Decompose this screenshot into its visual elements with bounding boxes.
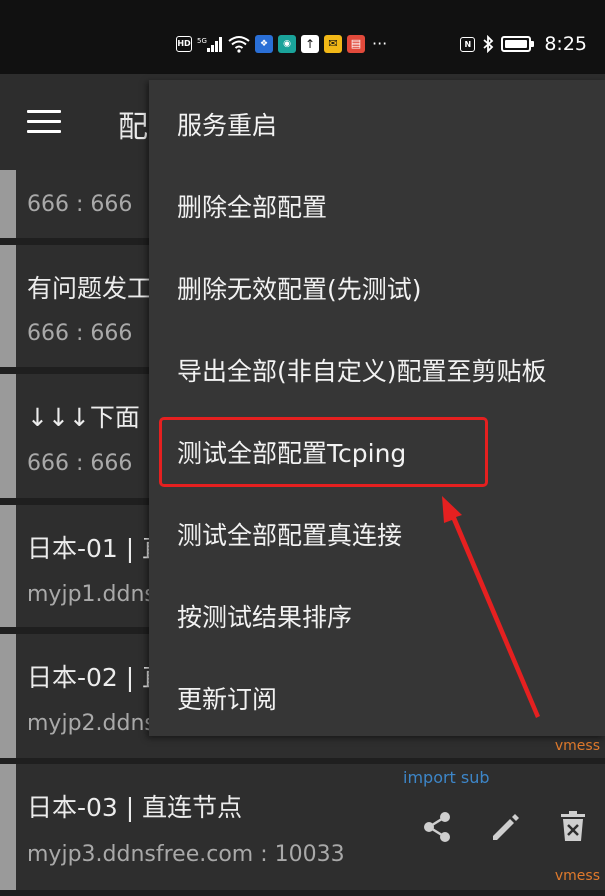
highlight-box [159, 417, 488, 487]
menu-item-export-all-to-clipboard[interactable]: 导出全部(非自定义)配置至剪贴板 [177, 352, 547, 388]
config-type-label: vmess [554, 868, 600, 884]
5g-signal-icon: 5G [197, 36, 222, 52]
config-address: 666 : 666 [27, 451, 133, 476]
selection-bar [0, 374, 16, 498]
menu-item-restart-service[interactable]: 服务重启 [177, 106, 277, 142]
config-address: myjp3.ddnsfree.com : 10033 [27, 842, 345, 867]
overflow-menu: 服务重启 删除全部配置 删除无效配置(先测试) 导出全部(非自定义)配置至剪贴板… [149, 80, 605, 736]
battery-icon [501, 36, 535, 52]
config-type-label: vmess [554, 738, 600, 754]
upload-icon: ↑ [301, 34, 319, 53]
selection-bar [0, 505, 16, 627]
status-right: N 8:25 [460, 33, 587, 55]
menu-item-sort-by-test-result[interactable]: 按测试结果排序 [177, 598, 352, 634]
delete-trash-icon[interactable] [558, 809, 588, 843]
config-name: 日本-02 | 直 [27, 663, 168, 692]
hd-icon: HD [176, 35, 192, 52]
config-name: 有问题发工 [27, 274, 153, 303]
selection-bar [0, 245, 16, 367]
config-address: 666 : 666 [27, 192, 133, 217]
menu-item-update-subscription[interactable]: 更新订阅 [177, 680, 277, 716]
mail-icon: ✉ [324, 34, 342, 53]
clock: 8:25 [544, 33, 587, 55]
share-icon[interactable] [420, 810, 454, 844]
config-address: 666 : 666 [27, 321, 133, 346]
selection-bar [0, 170, 16, 238]
status-bar: HD 5G ❖ ◉ ↑ ✉ ▤ ··· N 8:25 [0, 0, 605, 74]
wifi-icon [228, 35, 250, 53]
config-name: 日本-01 | 直 [27, 534, 168, 563]
import-sub-label: import sub [403, 768, 490, 787]
menu-item-delete-all-configs[interactable]: 删除全部配置 [177, 188, 327, 224]
app-notification-icon: ❖ [255, 34, 273, 53]
nfc-icon: N [460, 36, 476, 52]
edit-pencil-icon[interactable] [488, 809, 522, 843]
selection-bar [0, 764, 16, 890]
more-dots-icon: ··· [372, 34, 388, 53]
menu-item-test-all-real-delay[interactable]: 测试全部配置真连接 [177, 516, 402, 552]
book-icon: ▤ [347, 34, 365, 53]
config-address: myjp2.ddns [27, 711, 156, 736]
menu-item-delete-invalid-configs[interactable]: 删除无效配置(先测试) [177, 270, 422, 306]
config-name: ↓↓↓下面 [27, 403, 140, 432]
app-notification-icon: ◉ [278, 34, 296, 53]
selection-bar [0, 634, 16, 758]
page-title: 配 [118, 110, 148, 145]
menu-hamburger-icon[interactable] [27, 110, 61, 134]
bluetooth-icon [483, 35, 494, 53]
status-icons: HD 5G ❖ ◉ ↑ ✉ ▤ ··· [176, 34, 387, 53]
config-address: myjp1.ddns [27, 582, 156, 607]
svg-text:5G: 5G [197, 37, 207, 45]
config-name: 日本-03 | 直连节点 [27, 793, 243, 822]
